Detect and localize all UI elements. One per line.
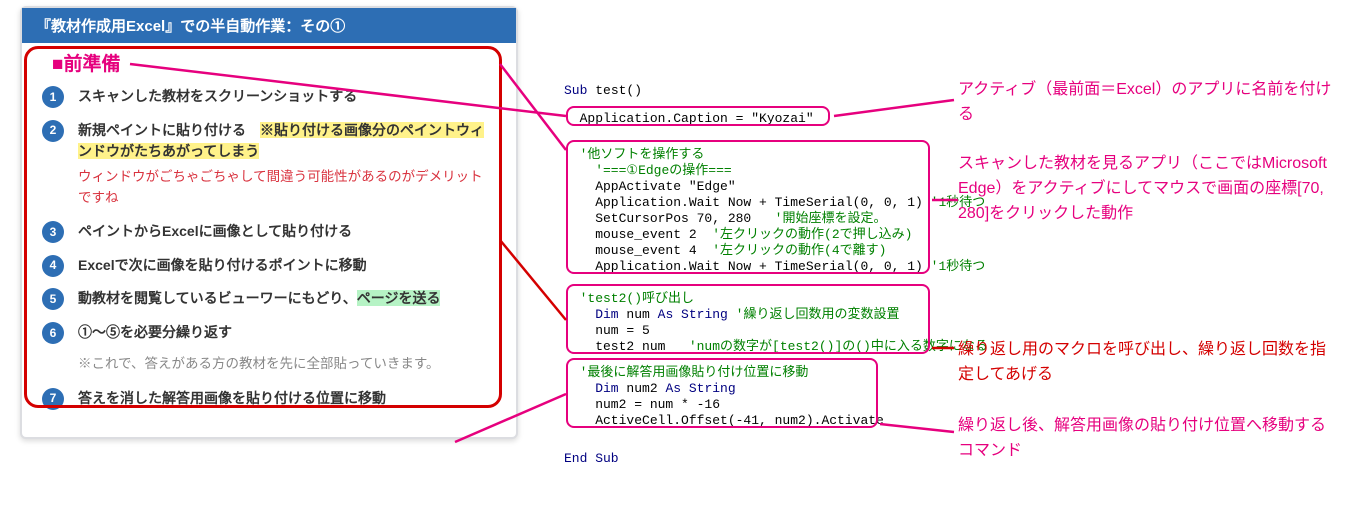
code-line: Dim num2 As String: [564, 380, 736, 398]
step-number: 5: [42, 288, 64, 310]
code-line: Dim num As String '繰り返し回数用の変数設置: [564, 306, 899, 324]
step-text: スキャンした教材をスクリーンショットする: [78, 88, 357, 104]
annotation-3: 繰り返し用のマクロを呼び出し、繰り返し回数を指定してあげる: [958, 338, 1338, 388]
code-line: mouse_event 4 '左クリックの動作(4で離す): [564, 242, 886, 260]
code-line: test2 num 'numの数字が[test2()]の()中に入る数字になる: [564, 338, 988, 356]
step-list: 1 スキャンした教材をスクリーンショットする 2 新規ペイントに貼り付ける ※貼り…: [22, 76, 516, 350]
step-text: ①～⑤を必要分繰り返す: [78, 324, 232, 340]
annotation-2: スキャンした教材を見るアプリ（ここではMicrosoft Edge）をアクティブ…: [958, 152, 1338, 226]
list-item: 3 ペイントからExcelに画像として貼り付ける: [42, 215, 496, 249]
step-number: 1: [42, 86, 64, 108]
step-number: 2: [42, 120, 64, 142]
step-number: 6: [42, 322, 64, 344]
vba-code-block: Sub test() Application.Caption = "Kyozai…: [564, 50, 956, 401]
step-number: 4: [42, 255, 64, 277]
code-line: End Sub: [564, 450, 619, 468]
code-line: Application.Wait Now + TimeSerial(0, 0, …: [564, 258, 985, 276]
step-text-a: 動教材を閲覧しているビューワーにもどり、: [78, 290, 357, 306]
code-line: '他ソフトを操作する: [564, 146, 704, 164]
code-line: Application.Caption = "Kyozai": [564, 110, 814, 128]
list-item: 6 ①～⑤を必要分繰り返す: [42, 316, 496, 346]
step-note-red: ウィンドウがごちゃごちゃして間違う可能性があるのがデメリットですね: [78, 167, 496, 209]
annotation-4: 繰り返し後、解答用画像の貼り付け位置へ移動するコマンド: [958, 414, 1338, 464]
list-item: 1 スキャンした教材をスクリーンショットする: [42, 80, 496, 114]
code-line: num2 = num * -16: [564, 396, 720, 414]
step-number: 3: [42, 221, 64, 243]
code-line: Application.Wait Now + TimeSerial(0, 0, …: [564, 194, 985, 212]
code-line: mouse_event 2 '左クリックの動作(2で押し込み): [564, 226, 912, 244]
code-line: Sub test(): [564, 82, 642, 100]
step-text: ペイントからExcelに画像として貼り付ける: [78, 223, 352, 239]
step-list-2: 7 答えを消した解答用画像を貼り付ける位置に移動: [22, 372, 516, 420]
code-line: '===①Edgeの操作===: [564, 162, 732, 180]
step-text: Excelで次に画像を貼り付けるポイントに移動: [78, 257, 367, 273]
step-text: 答えを消した解答用画像を貼り付ける位置に移動: [78, 390, 386, 406]
code-line: '最後に解答用画像貼り付け位置に移動: [564, 364, 808, 382]
code-line: ActiveCell.Offset(-41, num2).Activate: [564, 412, 884, 430]
list-item: 5 動教材を閲覧しているビューワーにもどり、ページを送る: [42, 282, 496, 316]
list-item: 4 Excelで次に画像を貼り付けるポイントに移動: [42, 249, 496, 283]
code-line: SetCursorPos 70, 280 '開始座標を設定。: [564, 210, 886, 228]
step-text-a: 新規ペイントに貼り付ける: [78, 122, 260, 138]
step-note-gray: ※これで、答えがある方の教材を先に全部貼っていきます。: [78, 352, 516, 372]
step-number: 7: [42, 388, 64, 410]
instruction-panel: 『教材作成用Excel』での半自動作業：その① ■前準備 1 スキャンした教材をス…: [20, 6, 518, 439]
step-text-highlight: ページを送る: [357, 290, 441, 306]
annotation-1: アクティブ（最前面＝Excel）のアプリに名前を付ける: [958, 78, 1338, 128]
code-line: 'test2()呼び出し: [564, 290, 694, 308]
section-title: ■前準備: [22, 43, 516, 76]
list-item: 2 新規ペイントに貼り付ける ※貼り付ける画像分のペイントウィンドウがたちあがっ…: [42, 114, 496, 215]
code-line: AppActivate "Edge": [564, 178, 736, 196]
list-item: 7 答えを消した解答用画像を貼り付ける位置に移動: [42, 382, 496, 416]
code-line: num = 5: [564, 322, 650, 340]
panel-header: 『教材作成用Excel』での半自動作業：その①: [22, 8, 516, 43]
